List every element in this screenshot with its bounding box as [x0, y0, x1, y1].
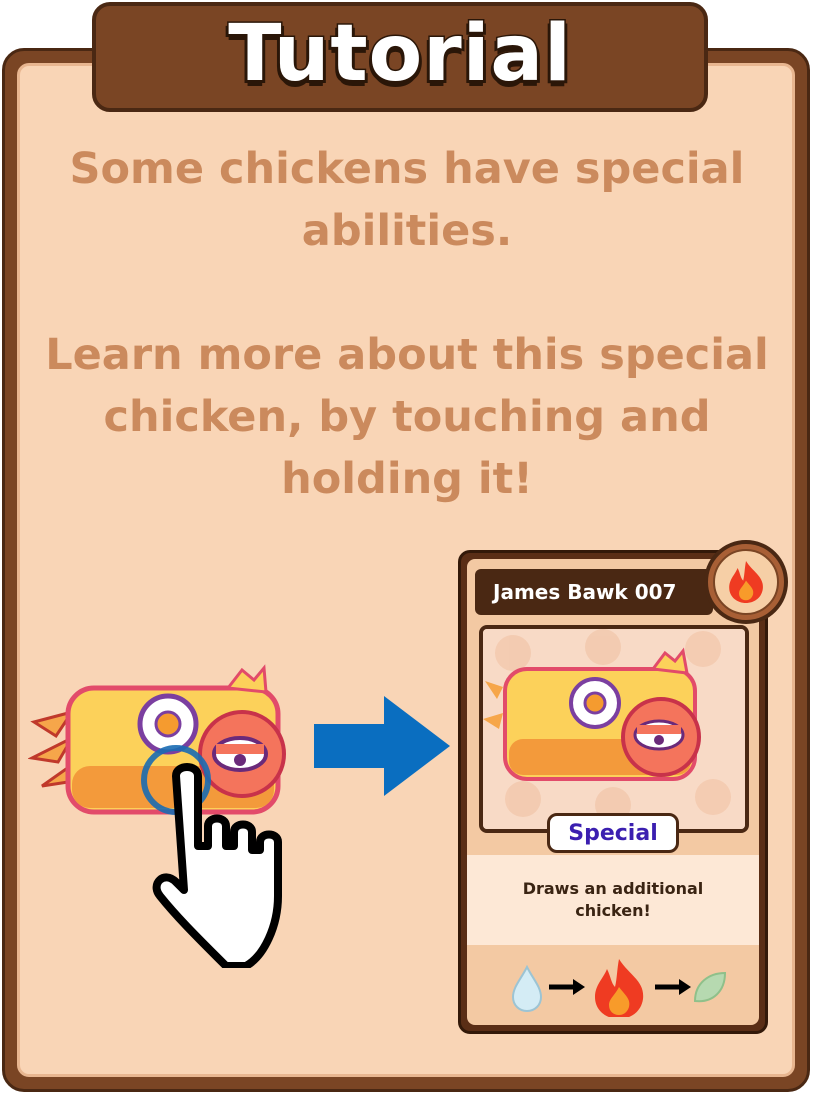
- fire-icon: [595, 959, 644, 1017]
- card-name-bar: James Bawk 007: [475, 569, 713, 615]
- special-chicken[interactable]: [27, 658, 308, 970]
- page-title: Tutorial: [227, 9, 573, 99]
- element-badge: [704, 540, 788, 624]
- card-portrait: [479, 625, 749, 833]
- instruction-text-2: Learn more about this special chicken, b…: [45, 330, 769, 504]
- arrow-right-icon: [655, 979, 691, 995]
- chicken-info-card: James Bawk 007 Special Draws an addition…: [458, 550, 768, 1034]
- water-drop-icon: [511, 964, 543, 1013]
- arrow-right-icon: [549, 979, 585, 995]
- chicken-illustration: [27, 664, 286, 970]
- chicken-name: James Bawk 007: [493, 580, 677, 604]
- ability-text: Draws an additional chicken!: [522, 879, 704, 920]
- element-cycle: [511, 959, 727, 1017]
- leaf-icon: [693, 971, 727, 1003]
- chicken-portrait-illustration: [483, 629, 745, 829]
- title-banner: Tutorial: [92, 2, 708, 112]
- instruction-text-1: Some chickens have special abilities.: [69, 144, 745, 256]
- card-body: James Bawk 007 Special Draws an addition…: [467, 559, 759, 1025]
- ability-description: Draws an additional chicken!: [467, 855, 759, 945]
- fire-icon: [729, 561, 763, 603]
- special-tag: Special: [547, 813, 679, 853]
- arrow-right-icon: [314, 696, 450, 796]
